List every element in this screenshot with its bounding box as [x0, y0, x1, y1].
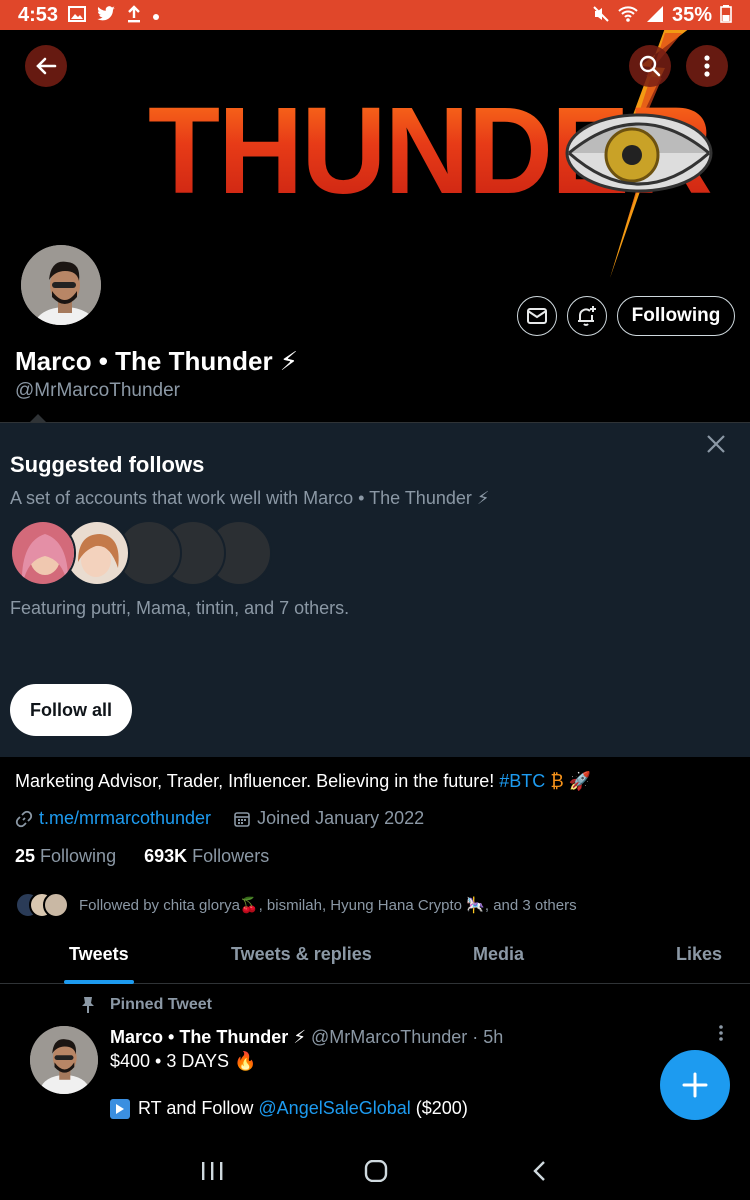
profile-handle: @MrMarcoThunder — [15, 380, 180, 401]
caret-pointer — [30, 414, 46, 422]
search-icon — [639, 55, 661, 77]
bio-emojis: ₿ 🚀 — [550, 771, 592, 791]
battery-icon — [720, 4, 732, 26]
mention-link[interactable]: @AngelSaleGlobal — [258, 1098, 410, 1118]
signal-icon — [646, 5, 664, 26]
close-suggested-button[interactable] — [702, 432, 730, 460]
suggested-description: A set of accounts that work well with Ma… — [10, 488, 490, 508]
joined-date: Joined January 2022 — [257, 808, 425, 828]
tweet-handle-time: @MrMarcoThunder · 5h — [310, 1027, 504, 1047]
play-button-icon — [110, 1098, 130, 1119]
back-nav-button[interactable] — [530, 1160, 550, 1187]
more-vertical-icon — [719, 1025, 723, 1041]
compose-tweet-button[interactable] — [660, 1050, 730, 1120]
avatar-image — [30, 1026, 98, 1094]
tab-media[interactable]: Media — [473, 944, 524, 965]
followed-by-row[interactable]: Followed by chita glorya🍒, bismilah, Hyu… — [15, 890, 577, 920]
message-button[interactable] — [517, 296, 557, 336]
recent-apps-icon — [202, 1162, 223, 1180]
follower-avatar — [43, 892, 69, 918]
dot-icon — [152, 6, 160, 24]
profile-banner: THUNDER — [0, 30, 750, 290]
chevron-left-icon — [533, 1161, 545, 1181]
bio-text: Marketing Advisor, Trader, Influencer. B… — [15, 771, 592, 791]
profile-avatar[interactable] — [18, 242, 104, 328]
plus-icon — [682, 1072, 708, 1098]
featuring-text: Featuring putri, Mama, tintin, and 7 oth… — [10, 598, 350, 618]
profile-meta: t.me/mrmarcothunder Joined January 2022 — [15, 808, 424, 829]
tweet-avatar[interactable] — [30, 1026, 98, 1094]
status-time: 4:53 — [18, 3, 59, 26]
profile-tabs: Tweets Tweets & replies Media Likes — [0, 928, 750, 984]
hashtag-link[interactable]: #BTC — [499, 771, 545, 791]
followers-stat[interactable]: 693K Followers — [144, 846, 269, 866]
follow-all-button[interactable]: Follow all — [10, 684, 132, 736]
status-bar: 4:53 35% — [0, 0, 750, 30]
battery-level: 35% — [671, 3, 712, 26]
home-icon — [364, 1159, 388, 1183]
arrow-left-icon — [36, 57, 57, 75]
mute-icon — [592, 5, 610, 26]
recent-apps-button[interactable] — [200, 1160, 224, 1187]
notifications-button[interactable] — [567, 296, 607, 336]
tab-tweets-replies[interactable]: Tweets & replies — [231, 944, 372, 965]
profile-name: Marco • The Thunder ⚡ — [15, 346, 299, 376]
suggested-title: Suggested follows — [10, 452, 205, 477]
home-button[interactable] — [364, 1159, 388, 1187]
tweet-more-button[interactable] — [718, 1024, 724, 1048]
calendar-icon — [234, 811, 250, 827]
search-button[interactable] — [629, 45, 671, 87]
envelope-icon — [527, 308, 547, 324]
gallery-icon — [68, 5, 87, 25]
following-button[interactable]: Following — [617, 296, 735, 336]
following-stat[interactable]: 25 Following — [15, 846, 116, 866]
tab-tweets[interactable]: Tweets — [69, 944, 129, 965]
tweet-author[interactable]: Marco • The Thunder ⚡ — [110, 1027, 306, 1047]
twitter-bird-icon — [96, 5, 116, 25]
website-link[interactable]: t.me/mrmarcothunder — [39, 808, 211, 829]
more-vertical-icon — [704, 55, 710, 77]
follow-stats: 25 Following 693K Followers — [15, 846, 269, 867]
tweet-header: Marco • The Thunder ⚡ @MrMarcoThunder · … — [110, 1027, 503, 1048]
tweet-text-line2: RT and Follow @AngelSaleGlobal ($200) — [110, 1098, 468, 1119]
pin-icon — [82, 997, 94, 1013]
followed-by-text: Followed by chita glorya🍒, bismilah, Hyu… — [79, 897, 577, 914]
tweet-text-line1: $400 • 3 DAYS 🔥 — [110, 1051, 257, 1071]
link-icon — [15, 810, 33, 827]
eye-illustration — [565, 113, 713, 193]
active-tab-indicator — [64, 980, 134, 984]
close-icon — [707, 435, 725, 453]
upload-icon — [126, 4, 142, 26]
more-options-button[interactable] — [686, 45, 728, 87]
back-button[interactable] — [25, 45, 67, 87]
wifi-icon — [618, 5, 638, 26]
tab-likes[interactable]: Likes — [676, 944, 722, 965]
pinned-label: Pinned Tweet — [80, 996, 212, 1014]
suggested-avatar[interactable] — [10, 520, 76, 586]
avatar-image — [21, 245, 101, 325]
bell-plus-icon — [578, 306, 596, 326]
